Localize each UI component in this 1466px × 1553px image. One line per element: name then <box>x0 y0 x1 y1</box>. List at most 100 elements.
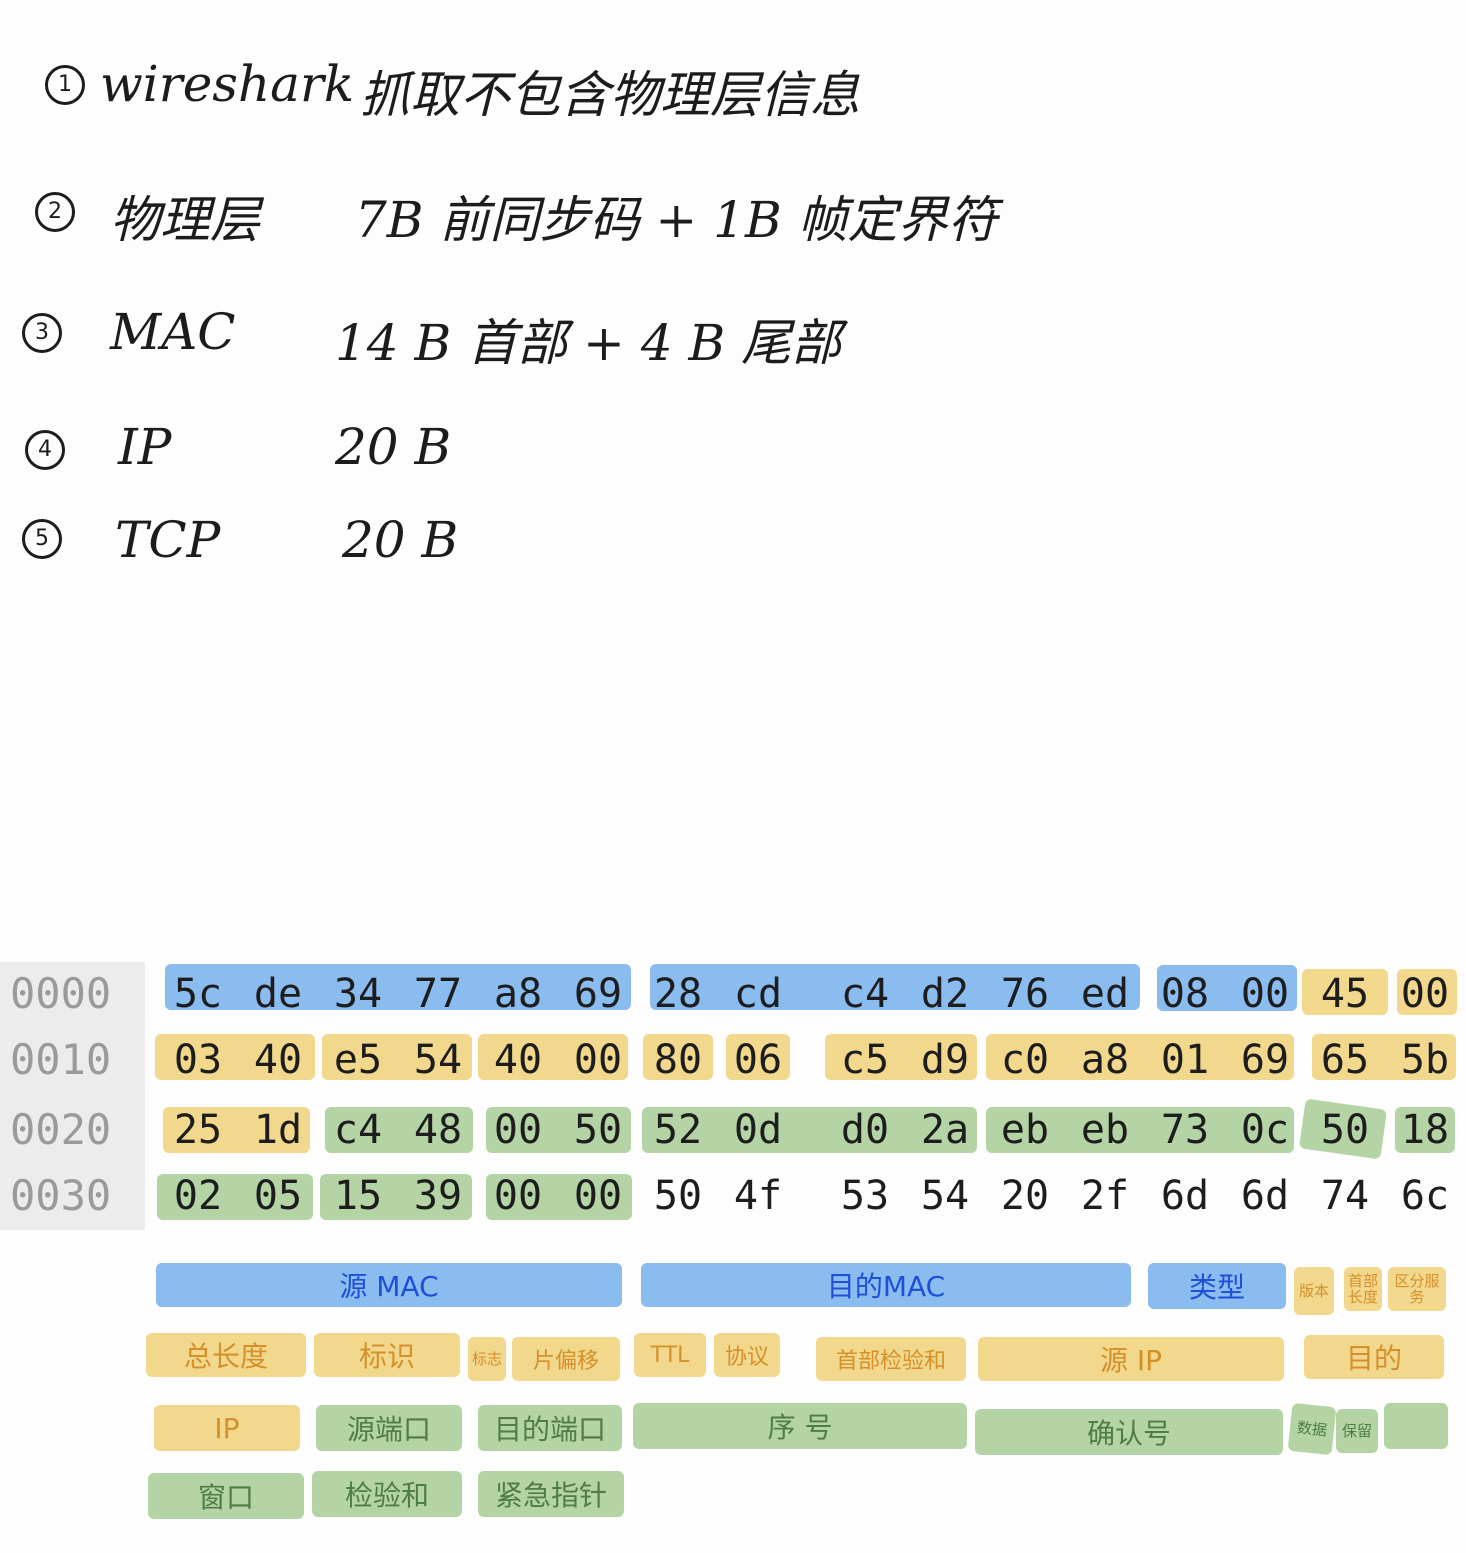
hex-byte: 50 <box>653 1173 703 1219</box>
note-detail: 14 B 首部 + 4 B 尾部 <box>335 314 842 372</box>
hex-byte: e5 <box>333 1037 383 1083</box>
legend-flags: 标志 <box>468 1337 506 1381</box>
hex-dump: 0000 0010 0020 0030 5c de 34 77 a8 69 28 cd c4 d2… <box>0 962 1466 1230</box>
hex-byte: 53 <box>840 1173 890 1219</box>
hex-byte: 00 <box>573 1037 623 1083</box>
hex-byte: 48 <box>413 1107 463 1153</box>
legend-urgent-pointer: 紧急指针 <box>478 1471 624 1517</box>
hex-byte: de <box>253 971 303 1017</box>
hex-byte: c4 <box>333 1107 383 1153</box>
hex-byte: 20 <box>1000 1173 1050 1219</box>
offset-label: 0020 <box>10 1105 112 1154</box>
hex-byte: 52 <box>653 1107 703 1153</box>
legend-reserved: 保留 <box>1336 1409 1378 1453</box>
hex-byte: eb <box>1080 1107 1130 1153</box>
legend-src-ip: 源 IP <box>978 1337 1284 1381</box>
hex-byte: 28 <box>653 971 703 1017</box>
legend-src-port: 源端口 <box>316 1405 462 1451</box>
hex-byte: 39 <box>413 1173 463 1219</box>
note-label: wireshark <box>100 55 355 113</box>
hex-byte: 1d <box>253 1107 303 1153</box>
note-label: TCP <box>115 511 221 569</box>
note-detail: 抓取不包含物理层信息 <box>360 66 860 124</box>
hex-byte: 15 <box>333 1173 383 1219</box>
note-label: IP <box>118 418 172 476</box>
hex-byte: 73 <box>1160 1107 1210 1153</box>
hex-byte: 2a <box>920 1107 970 1153</box>
hex-byte: 02 <box>173 1173 223 1219</box>
hex-byte: c0 <box>1000 1037 1050 1083</box>
note-number: 3 <box>22 313 62 353</box>
hex-byte: a8 <box>1080 1037 1130 1083</box>
legend-seq: 序 号 <box>633 1403 967 1449</box>
hex-byte: a8 <box>493 971 543 1017</box>
legend-ack: 确认号 <box>975 1409 1283 1455</box>
legend-dst-port: 目的端口 <box>478 1405 622 1451</box>
hex-byte: 00 <box>1400 971 1450 1017</box>
hex-byte: 5c <box>173 971 223 1017</box>
legend-header-length: 首部长度 <box>1344 1267 1382 1311</box>
hex-byte: 45 <box>1320 971 1370 1017</box>
note-number: 1 <box>45 65 85 105</box>
hex-byte: 50 <box>573 1107 623 1153</box>
hex-byte: c4 <box>840 971 890 1017</box>
hex-byte: 34 <box>333 971 383 1017</box>
hex-byte: d2 <box>920 971 970 1017</box>
hex-byte: 25 <box>173 1107 223 1153</box>
hex-byte: 00 <box>493 1107 543 1153</box>
hex-byte: 40 <box>493 1037 543 1083</box>
offset-label: 0030 <box>10 1171 112 1220</box>
legend-dst-ip: 目的 <box>1304 1335 1444 1379</box>
hex-byte: d0 <box>840 1107 890 1153</box>
offset-label: 0000 <box>10 969 112 1018</box>
hex-byte: ed <box>1080 971 1130 1017</box>
legend-header-checksum: 首部检验和 <box>816 1337 966 1381</box>
hex-byte: 5b <box>1400 1037 1450 1083</box>
hex-byte: 40 <box>253 1037 303 1083</box>
legend-ttl: TTL <box>634 1333 706 1377</box>
note-detail: 20 B <box>335 418 452 476</box>
note-detail: 20 B <box>342 511 459 569</box>
legend-type: 类型 <box>1148 1263 1286 1309</box>
note-label: 物理层 <box>110 191 260 249</box>
handwritten-notes: 1 wireshark 抓取不包含物理层信息 2 物理层 7B 前同步码 + 1… <box>0 0 1100 600</box>
hex-byte: 0c <box>1240 1107 1290 1153</box>
legend-dst-ip-cont: IP <box>154 1405 300 1451</box>
note-number: 5 <box>22 519 62 559</box>
note-number: 2 <box>35 192 75 232</box>
legend-total-length: 总长度 <box>146 1333 306 1377</box>
hex-byte: 76 <box>1000 971 1050 1017</box>
hex-byte: 69 <box>1240 1037 1290 1083</box>
legend-identification: 标识 <box>314 1333 460 1377</box>
hex-byte: 6c <box>1400 1173 1450 1219</box>
legend-version: 版本 <box>1294 1267 1334 1315</box>
hex-byte: 18 <box>1400 1107 1450 1153</box>
legend-data-offset: 数据 <box>1287 1402 1337 1456</box>
hex-byte: 4f <box>733 1173 783 1219</box>
hex-byte: 80 <box>653 1037 703 1083</box>
hex-byte: d9 <box>920 1037 970 1083</box>
note-number: 4 <box>25 430 65 470</box>
hex-byte: 54 <box>413 1037 463 1083</box>
note-detail: 7B 前同步码 + 1B 帧定界符 <box>355 191 998 249</box>
legend-diff-service: 区分服务 <box>1388 1267 1446 1311</box>
hex-byte: 08 <box>1160 971 1210 1017</box>
hex-byte: cd <box>733 971 783 1017</box>
hex-byte: 74 <box>1320 1173 1370 1219</box>
hex-byte: 00 <box>573 1173 623 1219</box>
hex-byte: 00 <box>1240 971 1290 1017</box>
hex-byte: 2f <box>1080 1173 1130 1219</box>
hex-byte: 0d <box>733 1107 783 1153</box>
hex-byte: 54 <box>920 1173 970 1219</box>
hex-byte: 6d <box>1160 1173 1210 1219</box>
hex-byte: 05 <box>253 1173 303 1219</box>
hex-byte: 50 <box>1320 1107 1370 1153</box>
hex-byte: eb <box>1000 1107 1050 1153</box>
legend-window: 窗口 <box>148 1473 304 1519</box>
hex-byte: 03 <box>173 1037 223 1083</box>
hex-byte: 6d <box>1240 1173 1290 1219</box>
hex-byte: 01 <box>1160 1037 1210 1083</box>
hex-byte: 77 <box>413 971 463 1017</box>
legend-checksum: 检验和 <box>312 1471 462 1517</box>
legend-src-mac: 源 MAC <box>156 1263 622 1307</box>
